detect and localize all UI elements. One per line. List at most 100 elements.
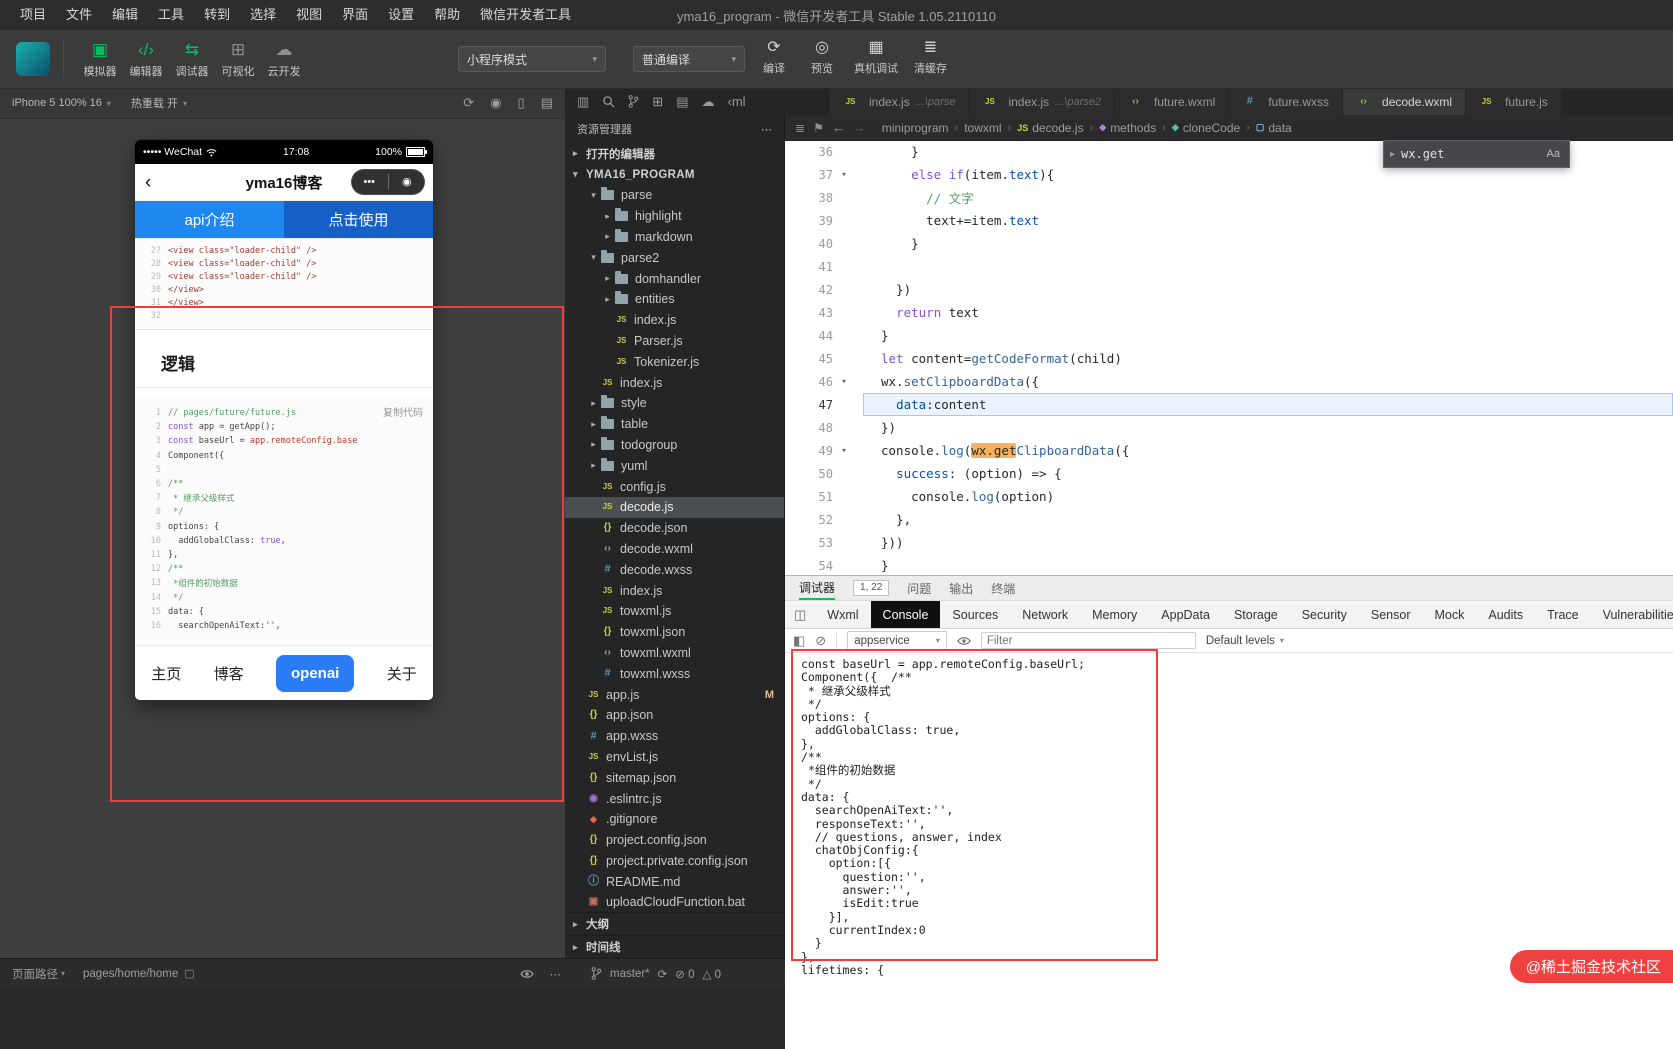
breadcrumb-item[interactable]: ◆ cloneCode [1172,121,1240,135]
branch-icon[interactable] [591,967,602,980]
devtools-tab[interactable]: AppData [1149,601,1222,628]
toolbar-button-editor[interactable]: ‹/› 编辑器 [123,40,169,79]
bookmark-icon[interactable]: ⚑ [813,121,824,135]
tree-item[interactable]: ▾ parse2 [565,247,784,268]
tree-item[interactable]: JS Tokenizer.js [565,351,784,372]
devtools-tab[interactable]: Console [870,601,941,628]
tree-item[interactable]: ▸ style [565,393,784,414]
tree-item[interactable]: JS towxml.js [565,601,784,622]
tabbar-item[interactable]: 关于 [387,663,417,684]
menu-item[interactable]: 设置 [378,0,424,30]
breadcrumb-item[interactable]: miniprogram [882,121,949,135]
tree-item[interactable]: ▸ markdown [565,227,784,248]
fold-arrow-icon[interactable]: ▾ [833,170,855,180]
timeline-section[interactable]: ▸ 时间线 [565,935,784,958]
code-editor[interactable]: 36 } 37 ▾ else if(item.text){38 // 文字 39 te… [785,140,1673,575]
action-button-remote-debug[interactable]: ▦ 真机调试 [854,39,898,76]
more-actions-icon[interactable]: ⋯ [761,123,772,136]
outline-section[interactable]: ▸ 大纲 [565,912,784,935]
menu-item[interactable]: 微信开发者工具 [470,0,581,30]
nav-forward-icon[interactable]: → [853,120,866,135]
devtools-tab[interactable]: Audits [1476,601,1535,628]
tree-item[interactable]: ▸ entities [565,289,784,310]
fold-arrow-icon[interactable]: ▾ [833,377,855,387]
filter-input[interactable] [980,632,1196,649]
menu-item[interactable]: 工具 [148,0,194,30]
page-path-label[interactable]: 页面路径 [12,966,58,982]
list-icon[interactable]: ≣ [795,121,805,135]
compile-mode-select[interactable]: 普通编译 ▾ [633,46,745,72]
tabbar-item[interactable]: 主页 [151,663,181,684]
tree-item[interactable]: # app.wxss [565,726,784,747]
devtools-tab[interactable]: Memory [1080,601,1149,628]
find-input[interactable]: wx.get [1401,147,1444,161]
tree-item[interactable]: JS index.js [565,580,784,601]
devtools-tab[interactable]: Sensor [1359,601,1423,628]
toolbar-button-visual[interactable]: ⊞ 可视化 [215,40,261,79]
rotate-icon[interactable]: ⟳ [463,95,474,111]
device-select[interactable]: iPhone 5 100% 16 ▾ [12,97,111,109]
files-icon[interactable]: ▥ [577,95,589,108]
back-icon[interactable]: ‹ [145,173,151,192]
page-tab[interactable]: 点击使用 [284,201,433,238]
tree-item[interactable]: ▸ highlight [565,206,784,227]
log-levels-select[interactable]: Default levels ▾ [1206,635,1284,647]
tree-item[interactable]: ▾ parse [565,185,784,206]
editor-tab[interactable]: JS index.js ...\parse2 [969,88,1115,115]
menu-item[interactable]: 转到 [194,0,240,30]
menu-item[interactable]: 文件 [56,0,102,30]
tree-item[interactable]: ◉ .eslintrc.js [565,788,784,809]
breadcrumb-item[interactable]: JS decode.js [1017,121,1083,135]
devtools-tab[interactable]: Storage [1222,601,1290,628]
tree-item[interactable]: JS app.js M [565,684,784,705]
tree-item[interactable]: JS config.js [565,476,784,497]
copy-path-icon[interactable]: ▢ [184,967,194,980]
copy-code-button[interactable]: 复制代码 [383,404,423,419]
breadcrumb-item[interactable]: ◆ methods [1099,121,1156,135]
breadcrumb-item[interactable]: ▢ data [1256,121,1292,135]
exit-target-icon[interactable]: ◉ [389,169,426,195]
context-select[interactable]: appservice ▾ [847,631,947,650]
cloud-icon[interactable]: ☁ [702,95,715,108]
debugger-tab[interactable]: 输出 [949,576,973,600]
menu-item[interactable]: 项目 [10,0,56,30]
devtools-tab[interactable]: Trace [1535,601,1591,628]
screenshot-icon[interactable]: ▤ [541,95,553,111]
branch-name[interactable]: master* [610,968,650,980]
page-tab[interactable]: api介绍 [135,201,284,238]
more-icon[interactable]: ⋯ [550,967,562,981]
tree-item[interactable]: JS Parser.js [565,331,784,352]
expand-icon[interactable]: ▸ [1384,149,1401,160]
debugger-tab[interactable]: 调试器 [799,576,836,600]
warnings-indicator[interactable]: △ 0 [703,967,721,981]
tree-item[interactable]: {} towxml.json [565,622,784,643]
devtools-tab[interactable]: Mock [1422,601,1476,628]
tree-item[interactable]: JS index.js [565,372,784,393]
watch-icon[interactable] [519,969,534,979]
action-button-preview[interactable]: ◎ 预览 [806,39,838,76]
fold-arrow-icon[interactable]: ▾ [833,446,855,456]
devtools-tab[interactable]: Wxml [815,601,870,628]
action-button-clear-cache[interactable]: ≣ 清缓存 [914,39,947,76]
tree-item[interactable]: JS decode.js [565,496,784,518]
toolbar-button-clouddev[interactable]: ☁ 云开发 [261,40,307,79]
tree-item[interactable]: ‹› towxml.wxml [565,643,784,664]
menu-item[interactable]: 帮助 [424,0,470,30]
ml-icon[interactable]: ‹ml [728,95,746,108]
toolbar-button-simulator[interactable]: ▣ 模拟器 [77,40,123,79]
breadcrumb-item[interactable]: towxml [964,121,1001,135]
tree-item[interactable]: # towxml.wxss [565,663,784,684]
panel-toggle-icon[interactable]: ◧ [793,633,805,649]
action-button-compile[interactable]: ⟳ 编译 [758,39,790,76]
tree-item[interactable]: # decode.wxss [565,559,784,580]
toolbar-button-debugger[interactable]: ⇆ 调试器 [169,40,215,79]
tree-item[interactable]: ▸ yuml [565,455,784,476]
tree-item[interactable]: JS index.js [565,310,784,331]
tree-item[interactable]: ⓘ README.md [565,871,784,892]
sync-icon[interactable]: ⟳ [658,967,668,981]
tree-item[interactable]: ▣ uploadCloudFunction.bat [565,892,784,913]
editor-tab[interactable]: ‹› decode.wxml [1343,88,1467,115]
split-icon[interactable]: ⊞ [652,95,663,108]
more-icon[interactable]: ••• [351,169,388,195]
tree-item[interactable]: {} sitemap.json [565,767,784,788]
